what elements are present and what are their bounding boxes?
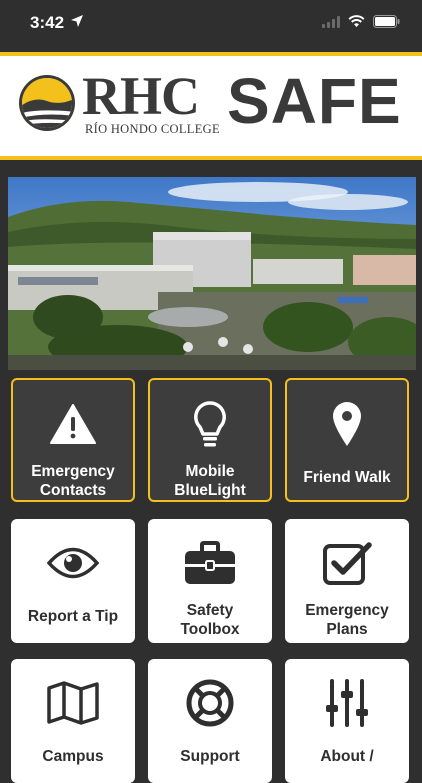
report-a-tip-label: Report a Tip bbox=[27, 608, 119, 625]
friend-walk-button[interactable]: Friend Walk bbox=[285, 378, 409, 502]
eye-icon bbox=[47, 547, 99, 579]
checkbox-icon bbox=[323, 542, 372, 585]
emergency-plans-button[interactable]: Emergency Plans bbox=[285, 519, 409, 643]
campus-button[interactable]: Campus bbox=[11, 659, 135, 783]
toolbox-icon bbox=[185, 541, 235, 584]
lightbulb-icon bbox=[194, 401, 226, 447]
support-button[interactable]: Support bbox=[148, 659, 272, 783]
battery-icon bbox=[373, 15, 400, 28]
warning-icon bbox=[50, 404, 96, 444]
mobile-bluelight-button[interactable]: Mobile BlueLight bbox=[148, 378, 272, 502]
cellular-signal-icon bbox=[322, 15, 340, 28]
app-header: RHC RÍO HONDO COLLEGE SAFE bbox=[0, 52, 422, 160]
emergency-contacts-button[interactable]: Emergency Contacts bbox=[11, 378, 135, 502]
safety-toolbox-label: Safety Toolbox bbox=[180, 602, 240, 638]
location-pin-icon bbox=[333, 402, 361, 446]
logo-rhc-text: RHC bbox=[82, 66, 200, 126]
status-bar: 3:42 bbox=[0, 0, 422, 48]
logo-college-text: RÍO HONDO COLLEGE bbox=[85, 122, 220, 136]
campus-photo bbox=[8, 177, 416, 370]
lifebuoy-icon bbox=[186, 679, 234, 727]
report-a-tip-button[interactable]: Report a Tip bbox=[11, 519, 135, 643]
logo-safe-text: SAFE bbox=[227, 65, 402, 137]
sliders-icon bbox=[326, 679, 368, 727]
safety-toolbox-button[interactable]: Safety Toolbox bbox=[148, 519, 272, 643]
location-arrow-icon bbox=[71, 15, 83, 27]
map-icon bbox=[47, 681, 99, 725]
wifi-icon bbox=[348, 15, 365, 27]
emergency-plans-label: Emergency Plans bbox=[305, 602, 389, 638]
emergency-contacts-label: Emergency Contacts bbox=[31, 463, 115, 499]
rio-hondo-seal-icon bbox=[19, 75, 75, 131]
mobile-bluelight-label: Mobile BlueLight bbox=[174, 463, 246, 499]
status-time: 3:42 bbox=[30, 13, 65, 32]
friend-walk-label: Friend Walk bbox=[303, 469, 391, 486]
about-button[interactable]: About / bbox=[285, 659, 409, 783]
